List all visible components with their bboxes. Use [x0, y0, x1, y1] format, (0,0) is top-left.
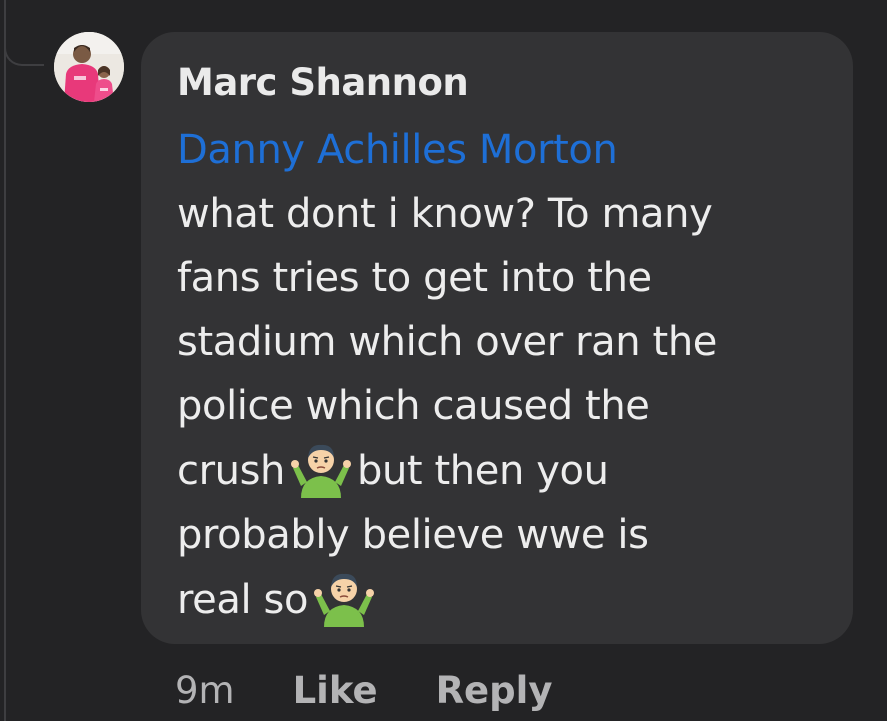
- comment-text-line: crush but then you: [177, 438, 817, 503]
- comment-text-segment: but then you: [356, 448, 609, 494]
- comment-text-line: police which caused the: [177, 383, 650, 429]
- man-shrugging-emoji-icon: [314, 573, 375, 627]
- comment-text-segment: crush: [177, 448, 285, 494]
- comment-text-line: stadium which over ran the: [177, 319, 717, 365]
- comment-bubble: Marc Shannon Danny Achilles Morton what …: [141, 32, 853, 644]
- man-shrugging-emoji-icon: [290, 444, 351, 498]
- mention-link[interactable]: Danny Achilles Morton: [177, 118, 817, 182]
- comment-thread: Marc Shannon Danny Achilles Morton what …: [0, 0, 887, 721]
- like-button[interactable]: Like: [293, 669, 378, 712]
- comment-text-segment: real so: [177, 577, 309, 623]
- comment-text-line: probably believe wwe is: [177, 512, 649, 558]
- comment-author-name[interactable]: Marc Shannon: [177, 58, 817, 108]
- comment-text-line: fans tries to get into the: [177, 255, 652, 301]
- comment-text-line: what dont i know? To many: [177, 191, 713, 237]
- comment-text-line: real so: [177, 567, 817, 632]
- avatar-photo-icon: [54, 32, 124, 102]
- avatar[interactable]: [54, 32, 124, 102]
- comment-timestamp[interactable]: 9m: [175, 669, 235, 712]
- comment-actions-bar: 9m Like Reply: [175, 660, 552, 720]
- thread-connector-line: [4, 0, 6, 721]
- comment-body: Danny Achilles Morton what dont i know? …: [177, 118, 817, 632]
- reply-button[interactable]: Reply: [436, 669, 553, 712]
- thread-reply-hook: [4, 20, 44, 66]
